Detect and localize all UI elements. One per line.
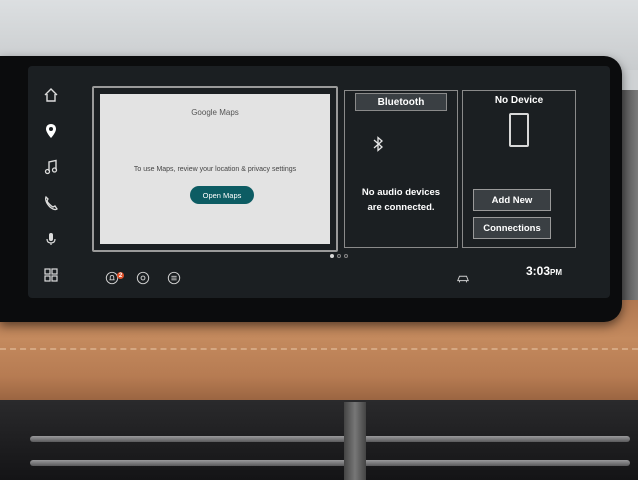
music-note-icon[interactable] xyxy=(38,154,64,180)
left-nav-rail xyxy=(36,80,66,290)
maps-privacy-message: To use Maps, review your location & priv… xyxy=(133,166,297,173)
settings-gear-icon[interactable] xyxy=(135,270,151,286)
maps-wordmark: Maps xyxy=(219,108,239,117)
page-indicator-dot[interactable] xyxy=(344,254,348,258)
phone-outline-icon xyxy=(509,113,529,147)
google-maps-logo: Google Maps xyxy=(100,108,330,117)
notification-badge: 2 xyxy=(117,272,124,279)
phone-icon[interactable] xyxy=(38,190,64,216)
microphone-icon[interactable] xyxy=(38,226,64,252)
maps-card[interactable]: Google Maps To use Maps, review your loc… xyxy=(92,86,338,252)
equalizer-icon[interactable] xyxy=(166,270,182,286)
page-indicator-dot-active[interactable] xyxy=(330,254,334,258)
connections-button[interactable]: Connections xyxy=(473,217,551,239)
page-indicator-dot[interactable] xyxy=(337,254,341,258)
car-icon[interactable] xyxy=(455,270,471,286)
home-icon[interactable] xyxy=(38,82,64,108)
open-maps-button[interactable]: Open Maps xyxy=(190,186,254,204)
clock: 3:03PM xyxy=(526,264,562,278)
maps-card-content: Google Maps To use Maps, review your loc… xyxy=(100,94,330,244)
air-vent-bar xyxy=(30,460,630,466)
air-vent-bar xyxy=(30,436,630,442)
bluetooth-status-line-2: are connected. xyxy=(367,202,435,213)
clock-time: 3:03 xyxy=(526,264,551,278)
location-pin-icon[interactable] xyxy=(38,118,64,144)
bluetooth-card[interactable]: Bluetooth No audio devices are connected… xyxy=(344,90,458,248)
device-title: No Device xyxy=(494,95,544,106)
bluetooth-icon xyxy=(373,136,383,152)
leather-stitching xyxy=(0,348,638,350)
device-card: No Device Add New Connections xyxy=(462,90,576,248)
add-new-device-button[interactable]: Add New xyxy=(473,189,551,211)
bluetooth-status-line-1: No audio devices xyxy=(361,187,441,198)
bluetooth-status-message: No audio devices are connected. xyxy=(347,185,455,215)
app-grid-icon[interactable] xyxy=(38,262,64,288)
google-wordmark: Google xyxy=(191,108,217,117)
air-vent-divider xyxy=(344,402,366,480)
clock-ampm: PM xyxy=(550,268,563,277)
bluetooth-title: Bluetooth xyxy=(355,93,447,111)
